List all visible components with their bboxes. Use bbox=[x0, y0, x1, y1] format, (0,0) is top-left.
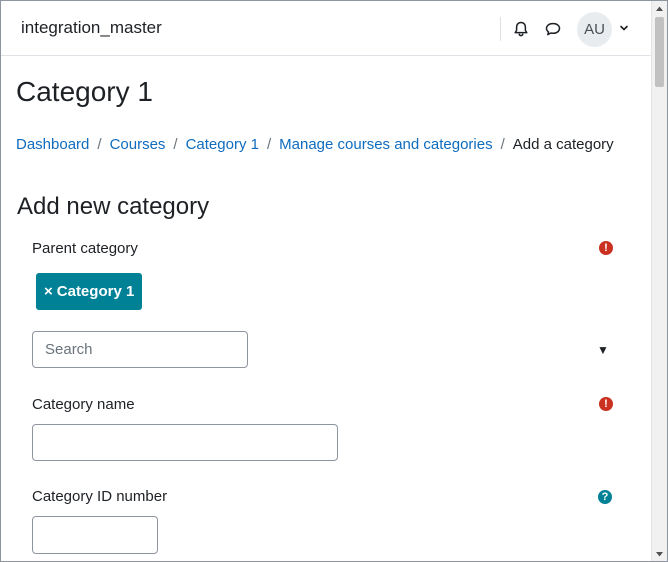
selected-category-tag[interactable]: × Category 1 bbox=[36, 273, 143, 310]
parent-category-label: Parent category bbox=[32, 240, 138, 257]
required-icon: ! bbox=[599, 397, 613, 411]
remove-tag-icon[interactable]: × bbox=[44, 283, 53, 300]
bell-icon[interactable] bbox=[511, 19, 531, 39]
category-name-input[interactable] bbox=[32, 424, 338, 461]
required-icon: ! bbox=[599, 241, 613, 255]
breadcrumb-dashboard[interactable]: Dashboard bbox=[16, 136, 89, 153]
breadcrumb: Dashboard / Courses / Category 1 / Manage cour… bbox=[16, 136, 614, 153]
chevron-down-icon[interactable] bbox=[618, 22, 630, 34]
breadcrumb-separator: / bbox=[266, 136, 272, 153]
site-name[interactable]: integration_master bbox=[21, 18, 162, 38]
breadcrumb-separator: / bbox=[500, 136, 505, 153]
selected-category-label: Category 1 bbox=[56, 283, 135, 300]
dropdown-arrow-icon[interactable]: ▼ bbox=[597, 343, 609, 357]
vertical-scrollbar[interactable] bbox=[651, 1, 667, 561]
navbar-divider bbox=[500, 17, 501, 41]
help-icon[interactable]: ? bbox=[598, 490, 612, 504]
breadcrumb-category[interactable]: Category 1 bbox=[186, 136, 259, 153]
browser-viewport: integration_master AU Category 1 Dashboa… bbox=[0, 0, 668, 562]
scroll-down-arrow-icon[interactable] bbox=[652, 547, 667, 561]
breadcrumb-separator: / bbox=[97, 136, 102, 153]
form-heading: Add new category bbox=[17, 193, 210, 220]
user-avatar[interactable]: AU bbox=[577, 12, 612, 47]
scrollbar-thumb[interactable] bbox=[655, 17, 664, 87]
category-id-number-input[interactable] bbox=[32, 516, 158, 554]
category-id-number-label: Category ID number bbox=[32, 488, 168, 505]
chat-icon[interactable] bbox=[543, 19, 563, 39]
breadcrumb-courses[interactable]: Courses bbox=[110, 136, 166, 153]
page-title: Category 1 bbox=[16, 76, 153, 107]
category-name-label: Category name bbox=[32, 396, 135, 413]
breadcrumb-manage[interactable]: Manage courses and categories bbox=[279, 136, 492, 153]
navbar: integration_master AU bbox=[1, 1, 652, 56]
scroll-up-arrow-icon[interactable] bbox=[652, 1, 667, 15]
breadcrumb-separator: / bbox=[173, 136, 178, 153]
breadcrumb-current: Add a category bbox=[512, 136, 614, 153]
parent-category-search-input[interactable] bbox=[32, 331, 248, 368]
